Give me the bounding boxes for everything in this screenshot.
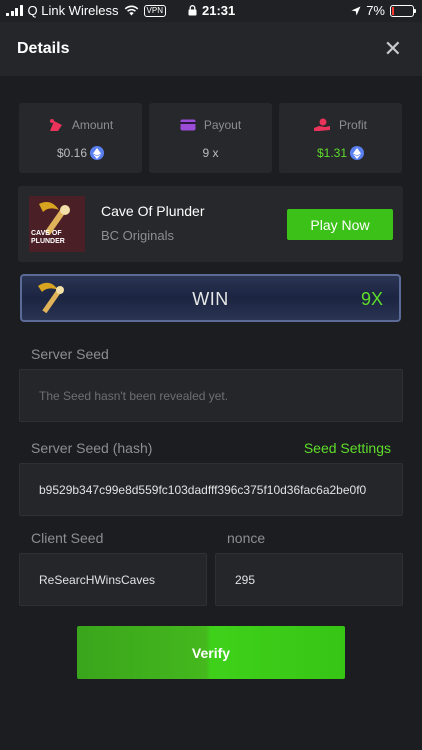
game-thumbnail[interactable]: CAVE OF PLUNDER [29,196,85,252]
profit-value: $1.31 [316,146,348,160]
close-icon[interactable]: ✕ [384,36,402,62]
game-provider: BC Originals [101,228,174,243]
amount-value: $0.16 [56,146,88,160]
amount-label: Amount [71,118,114,132]
nonce-label: nonce [227,530,266,546]
thumbnail-title: CAVE OF PLUNDER [31,230,65,245]
profit-card: Profit $1.31 [279,103,402,173]
result-text: WIN [192,289,229,309]
nonce-value: 295 [235,572,256,587]
profit-label: Profit [338,118,367,132]
server-seed-hash-value: b9529b347c99e8d559fc103dadfff396c375f10d… [39,482,367,497]
server-seed-value: The Seed hasn't been revealed yet. [39,388,229,403]
client-seed-field[interactable]: ReSearcHWinsCaves [19,553,207,606]
clock: 21:31 [202,3,236,18]
server-seed-hash-field[interactable]: b9529b347c99e8d559fc103dadfff396c375f10d… [19,463,403,516]
client-seed-value: ReSearcHWinsCaves [39,572,156,587]
payout-card: Payout 9 x [149,103,272,173]
eth-icon [350,146,365,160]
server-seed-hash-label: Server Seed (hash) [31,440,153,456]
vpn-badge: VPN [143,4,166,17]
result-multiplier: 9X [360,289,383,309]
battery-percent: 7% [366,3,385,18]
payout-value: 9 x [202,146,219,160]
lock-icon [188,5,197,16]
amount-card: Amount $0.16 [19,103,142,173]
server-seed-label: Server Seed [31,346,109,362]
game-name: Cave Of Plunder [101,203,205,219]
nonce-field[interactable]: 295 [215,553,403,606]
page-title: Details [17,40,70,57]
credit-card-icon [180,119,196,131]
profit-hand-icon [313,118,330,131]
verify-button[interactable]: Verify [77,626,345,679]
signal-icon [6,5,23,16]
wifi-icon [124,5,138,16]
payout-label: Payout [203,118,242,132]
details-header: Details ✕ [0,22,422,76]
game-card: CAVE OF PLUNDER Cave Of Plunder BC Origi… [18,186,403,262]
money-bag-icon [49,119,62,131]
client-seed-label: Client Seed [31,530,104,546]
seed-settings-link[interactable]: Seed Settings [304,440,391,456]
server-seed-field[interactable]: The Seed hasn't been revealed yet. [19,369,403,422]
carrier-name: Q Link Wireless [27,3,119,18]
eth-icon [90,146,105,160]
result-banner: WIN 9X [20,274,401,322]
battery-icon [390,4,416,17]
status-bar: Q Link Wireless VPN 21:31 7% [0,0,422,22]
location-arrow-icon [351,6,361,15]
play-now-button[interactable]: Play Now [287,209,393,240]
